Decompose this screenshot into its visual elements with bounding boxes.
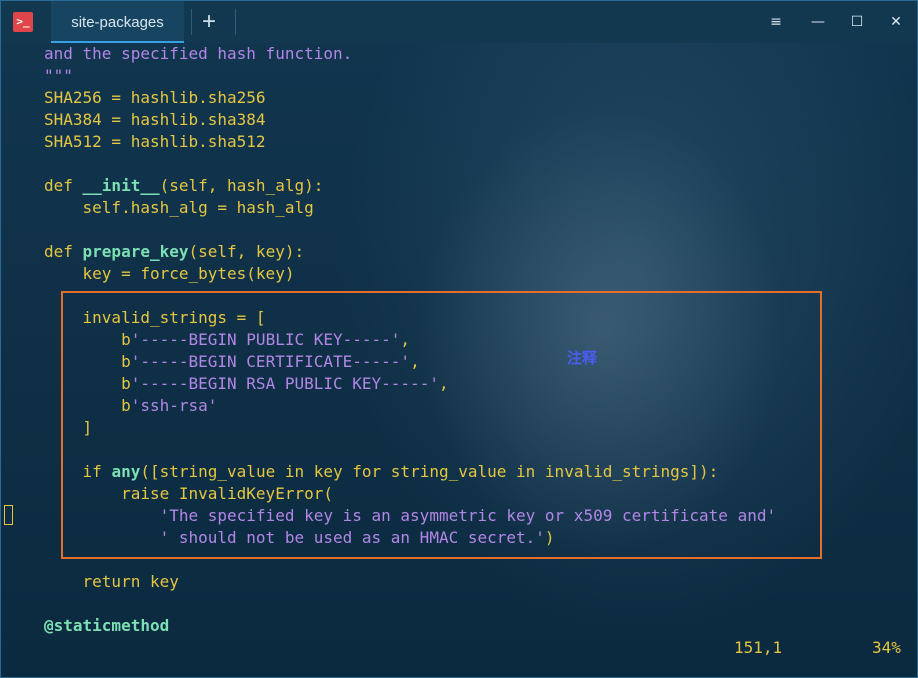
- code-token: and the specified hash function.: [44, 44, 353, 63]
- code-line: SHA512 = hashlib.sha512: [44, 131, 904, 153]
- maximize-button[interactable]: ☐: [846, 11, 868, 33]
- code-line: and the specified hash function.: [44, 43, 904, 65]
- scroll-percent: 34%: [872, 638, 901, 657]
- code-token: SHA384 = hashlib.sha384: [44, 110, 266, 129]
- code-line: def prepare_key(self, key):: [44, 241, 904, 263]
- code-token: ,: [438, 374, 449, 393]
- minimize-button[interactable]: —: [807, 11, 829, 33]
- code-token: def: [44, 242, 83, 261]
- code-token: def: [44, 176, 83, 195]
- annotation-label: 注释: [567, 349, 598, 367]
- code-token: key = force_bytes(key): [44, 264, 295, 283]
- code-token: b: [44, 352, 131, 371]
- code-token: if: [44, 462, 112, 481]
- code-line: b'-----BEGIN RSA PUBLIC KEY-----',: [44, 373, 904, 395]
- code-line: key = force_bytes(key): [44, 263, 904, 285]
- code-line: b'-----BEGIN PUBLIC KEY-----',: [44, 329, 904, 351]
- code-token: return key: [44, 572, 179, 591]
- tab-site-packages[interactable]: site-packages: [51, 1, 184, 43]
- code-token: b: [44, 396, 131, 415]
- code-token: (self, hash_alg):: [159, 176, 324, 195]
- code-token: '-----BEGIN RSA PUBLIC KEY-----': [130, 374, 439, 393]
- code-token: ' should not be used as an HMAC secret.': [159, 528, 545, 547]
- code-token: any: [111, 462, 141, 481]
- code-token: SHA256 = hashlib.sha256: [44, 88, 266, 107]
- code-line: ' should not be used as an HMAC secret.'…: [44, 527, 904, 549]
- code-line: return key: [44, 571, 904, 593]
- tab-divider: [235, 9, 236, 35]
- code-token: __init__: [82, 176, 160, 195]
- new-tab-button[interactable]: +: [197, 7, 221, 37]
- code-token: ): [544, 528, 555, 547]
- code-token: self.hash_alg = hash_alg: [44, 198, 314, 217]
- menu-icon[interactable]: ≡: [765, 11, 787, 33]
- code-line: b'ssh-rsa': [44, 395, 904, 417]
- code-token: invalid_strings = [: [44, 308, 266, 327]
- code-token: ]: [44, 418, 93, 437]
- tab-divider: [191, 9, 192, 35]
- code-token: b: [44, 330, 131, 349]
- close-button[interactable]: ✕: [885, 11, 907, 33]
- code-line: ]: [44, 417, 904, 439]
- code-line: """: [44, 65, 904, 87]
- code-line: raise InvalidKeyError(: [44, 483, 904, 505]
- title-bar[interactable]: >_ site-packages + ≡ — ☐ ✕: [1, 1, 917, 43]
- code-token: '-----BEGIN PUBLIC KEY-----': [130, 330, 401, 349]
- code-token: (self, key):: [188, 242, 305, 261]
- code-line: 'The specified key is an asymmetric key …: [44, 505, 904, 527]
- cursor-position: 151,1: [734, 638, 783, 657]
- code-line: b'-----BEGIN CERTIFICATE-----',: [44, 351, 904, 373]
- terminal-app-icon[interactable]: >_: [13, 12, 33, 32]
- code-token: 'ssh-rsa': [130, 396, 218, 415]
- code-line: def __init__(self, hash_alg):: [44, 175, 904, 197]
- code-line: self.hash_alg = hash_alg: [44, 197, 904, 219]
- code-line: SHA256 = hashlib.sha256: [44, 87, 904, 109]
- code-token: raise InvalidKeyError(: [44, 484, 333, 503]
- code-token: """: [44, 66, 73, 85]
- code-token: SHA512 = hashlib.sha512: [44, 132, 266, 151]
- code-editor[interactable]: and the specified hash function. """ SHA25…: [44, 43, 904, 637]
- code-token: ,: [400, 330, 411, 349]
- code-line: invalid_strings = [: [44, 307, 904, 329]
- code-line: if any([string_value in key for string_v…: [44, 461, 904, 483]
- code-token: ([string_value in key for string_value i…: [140, 462, 719, 481]
- code-token: @staticmethod: [44, 616, 170, 635]
- text-cursor: [4, 505, 13, 525]
- code-token: b: [44, 374, 131, 393]
- code-line: @staticmethod: [44, 615, 904, 637]
- code-token: '-----BEGIN CERTIFICATE-----': [130, 352, 411, 371]
- code-token: prepare_key: [82, 242, 189, 261]
- terminal-window: >_ site-packages + ≡ — ☐ ✕ and the speci…: [0, 0, 918, 678]
- code-token: 'The specified key is an asymmetric key …: [159, 506, 777, 525]
- code-line: SHA384 = hashlib.sha384: [44, 109, 904, 131]
- code-token: ,: [410, 352, 420, 371]
